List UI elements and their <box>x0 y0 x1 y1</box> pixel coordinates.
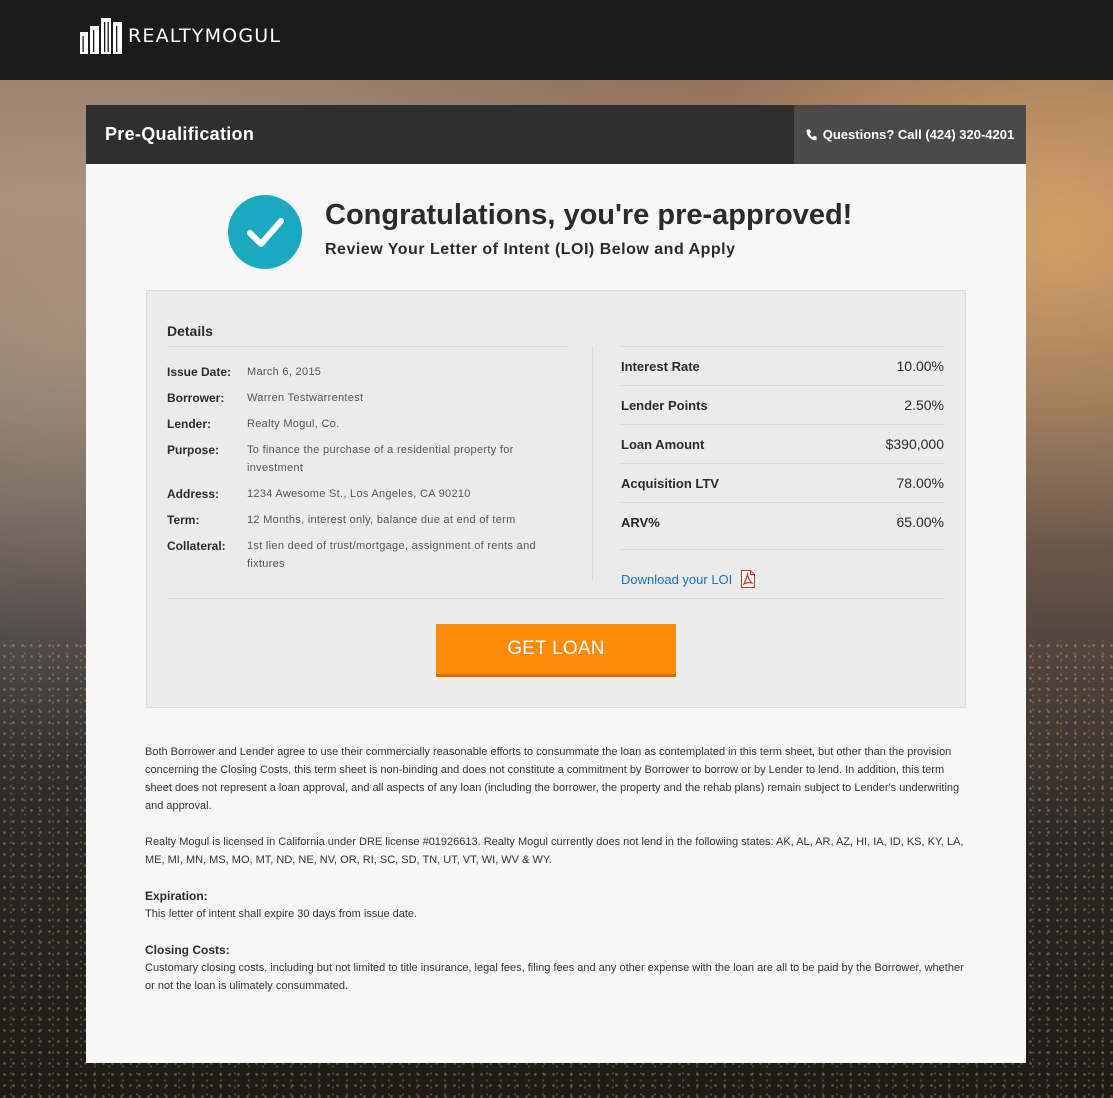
detail-label: Collateral: <box>167 539 226 553</box>
detail-label: Purpose: <box>167 443 220 457</box>
detail-row-purpose: Purpose: To finance the purchase of a re… <box>167 441 567 477</box>
term-label: Interest Rate <box>621 358 700 374</box>
legal-paragraph-licensing: Realty Mogul is licensed in California u… <box>145 836 964 866</box>
detail-row-borrower: Borrower: Warren Testwarrentest <box>167 389 567 407</box>
top-navbar: REALTYMOGUL <box>0 0 1113 80</box>
detail-label: Address: <box>167 487 220 501</box>
hero-title: Congratulations, you're pre-approved! <box>325 199 853 231</box>
closing-costs-heading: Closing Costs: <box>145 943 230 957</box>
detail-label: Issue Date: <box>167 365 232 379</box>
brand-logo[interactable]: REALTYMOGUL <box>80 18 281 54</box>
term-row-interest-rate: Interest Rate 10.00% <box>621 346 944 385</box>
divider <box>167 346 567 347</box>
term-value: 2.50% <box>904 397 944 413</box>
phone-label: Questions? Call (424) 320-4201 <box>822 127 1015 142</box>
get-loan-button[interactable]: GET LOAN <box>436 624 676 677</box>
card-header: Pre-Qualification Questions? Call (424) … <box>86 105 1026 164</box>
building-logo-icon <box>80 18 122 54</box>
detail-row-term: Term: 12 Months, interest only, balance … <box>167 511 567 529</box>
detail-row-address: Address: 1234 Awesome St., Los Angeles, … <box>167 485 567 503</box>
divider <box>167 598 944 599</box>
phone-contact[interactable]: Questions? Call (424) 320-4201 <box>794 105 1026 164</box>
legal-paragraph-nonbinding: Both Borrower and Lender agree to use th… <box>145 746 960 812</box>
detail-value: 12 Months, interest only, balance due at… <box>247 514 516 526</box>
detail-label: Term: <box>167 513 200 527</box>
detail-row-lender: Lender: Realty Mogul, Co. <box>167 415 567 433</box>
term-label: ARV% <box>621 514 660 530</box>
details-list: Issue Date: March 6, 2015 Borrower: Warr… <box>167 363 567 581</box>
detail-value: Warren Testwarrentest <box>247 392 364 404</box>
pdf-icon[interactable] <box>740 570 756 588</box>
hero: Congratulations, you're pre-approved! Re… <box>228 195 908 275</box>
vertical-divider <box>592 346 593 581</box>
download-loi: Download your LOI <box>621 549 944 588</box>
expiration-heading: Expiration: <box>145 889 208 903</box>
detail-value: 1234 Awesome St., Los Angeles, CA 90210 <box>247 488 471 500</box>
page-title: Pre-Qualification <box>105 124 255 144</box>
term-row-loan-amount: Loan Amount $390,000 <box>621 424 944 463</box>
term-row-acquisition-ltv: Acquisition LTV 78.00% <box>621 463 944 502</box>
checkmark-icon <box>228 195 302 269</box>
loi-details-panel: Details Issue Date: March 6, 2015 Borrow… <box>146 290 966 708</box>
term-value: 65.00% <box>896 514 944 530</box>
term-row-lender-points: Lender Points 2.50% <box>621 385 944 424</box>
detail-value: March 6, 2015 <box>247 366 322 378</box>
download-loi-link[interactable]: Download your LOI <box>621 572 732 587</box>
term-value: 78.00% <box>896 475 944 491</box>
term-label: Lender Points <box>621 397 708 413</box>
hero-subtitle: Review Your Letter of Intent (LOI) Below… <box>325 241 736 258</box>
term-label: Loan Amount <box>621 436 705 452</box>
loan-terms-list: Interest Rate 10.00% Lender Points 2.50%… <box>621 346 944 588</box>
phone-icon <box>806 129 817 140</box>
detail-row-issue-date: Issue Date: March 6, 2015 <box>167 363 567 381</box>
detail-label: Lender: <box>167 417 212 431</box>
detail-value: 1st lien deed of trust/mortgage, assignm… <box>247 540 536 570</box>
term-label: Acquisition LTV <box>621 475 719 491</box>
detail-value: Realty Mogul, Co. <box>247 418 340 430</box>
legal-terms: Both Borrower and Lender agree to use th… <box>145 743 970 1013</box>
term-row-arv: ARV% 65.00% <box>621 502 944 541</box>
detail-row-collateral: Collateral: 1st lien deed of trust/mortg… <box>167 537 567 573</box>
term-value: $390,000 <box>885 436 944 452</box>
closing-costs-text: Customary closing costs, including but n… <box>145 962 964 992</box>
brand-name: REALTYMOGUL <box>128 25 282 47</box>
detail-value: To finance the purchase of a residential… <box>247 444 514 474</box>
prequal-card: Pre-Qualification Questions? Call (424) … <box>86 105 1026 1063</box>
detail-label: Borrower: <box>167 391 225 405</box>
expiration-text: This letter of intent shall expire 30 da… <box>145 908 418 920</box>
term-value: 10.00% <box>896 358 944 374</box>
details-heading: Details <box>167 323 213 339</box>
